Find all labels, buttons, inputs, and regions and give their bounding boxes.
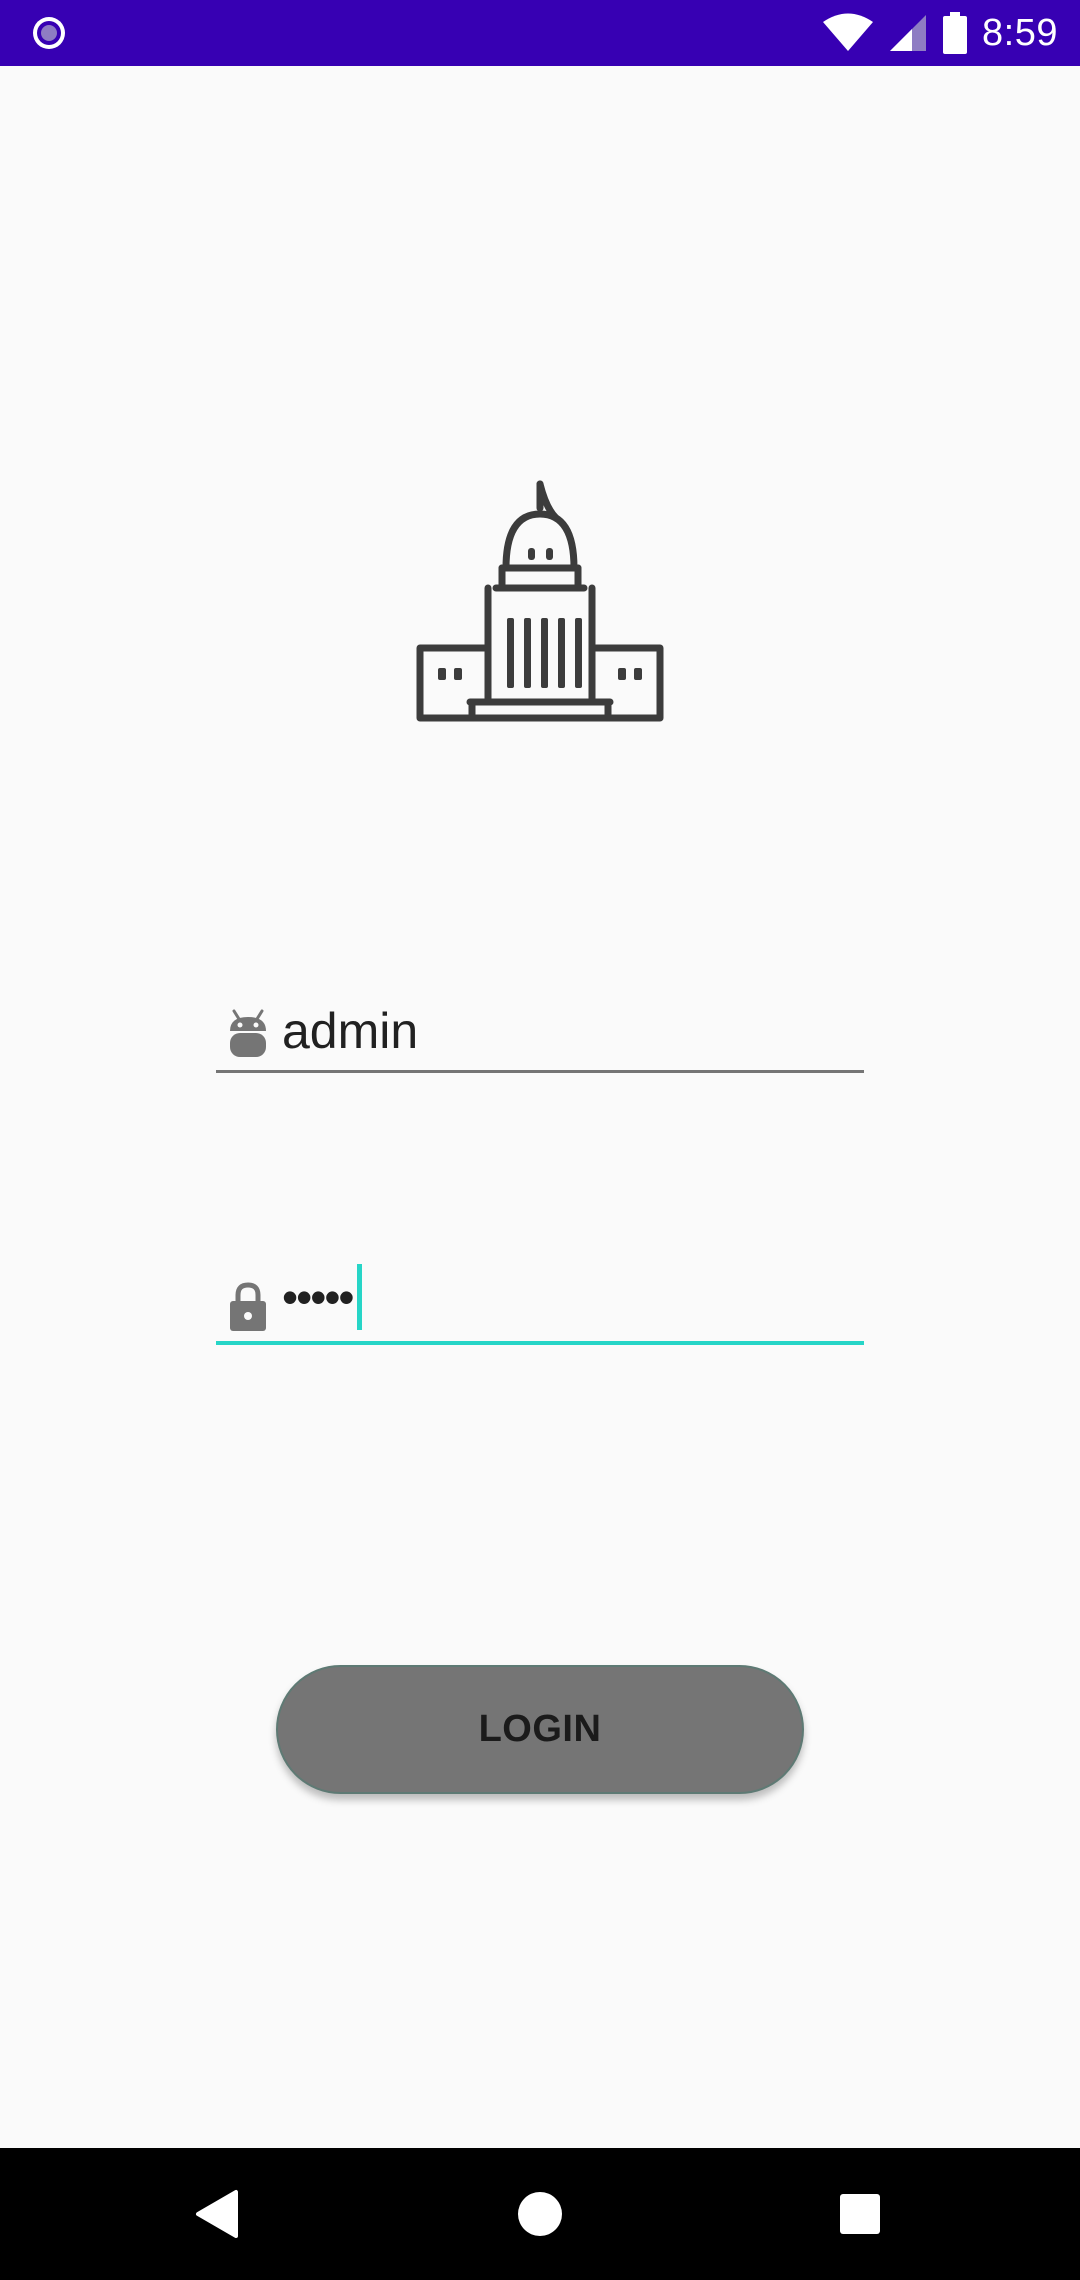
status-indicators: 8:59 xyxy=(822,0,1058,66)
login-button-label: LOGIN xyxy=(478,1708,602,1750)
back-icon[interactable] xyxy=(190,2184,250,2244)
navigation-bar xyxy=(0,2148,1080,2280)
notification-circle-icon xyxy=(33,17,65,49)
username-field[interactable]: admin xyxy=(216,993,864,1073)
status-time: 8:59 xyxy=(982,11,1058,54)
home-icon[interactable] xyxy=(510,2184,570,2244)
battery-icon xyxy=(943,12,968,54)
login-button[interactable]: LOGIN xyxy=(276,1665,804,1794)
cellular-signal-icon xyxy=(890,15,927,51)
recents-icon[interactable] xyxy=(830,2184,890,2244)
lock-icon xyxy=(230,1282,266,1331)
capitol-building-icon xyxy=(416,480,664,722)
android-icon xyxy=(230,1009,266,1057)
text-cursor xyxy=(356,1263,362,1330)
username-value: admin xyxy=(282,1003,419,1059)
wifi-icon xyxy=(823,13,874,51)
status-bar: 8:59 xyxy=(0,0,1080,66)
password-value: ••••• xyxy=(282,1263,362,1334)
password-masked-text: ••••• xyxy=(282,1271,355,1323)
password-field[interactable]: ••••• xyxy=(216,1263,864,1345)
